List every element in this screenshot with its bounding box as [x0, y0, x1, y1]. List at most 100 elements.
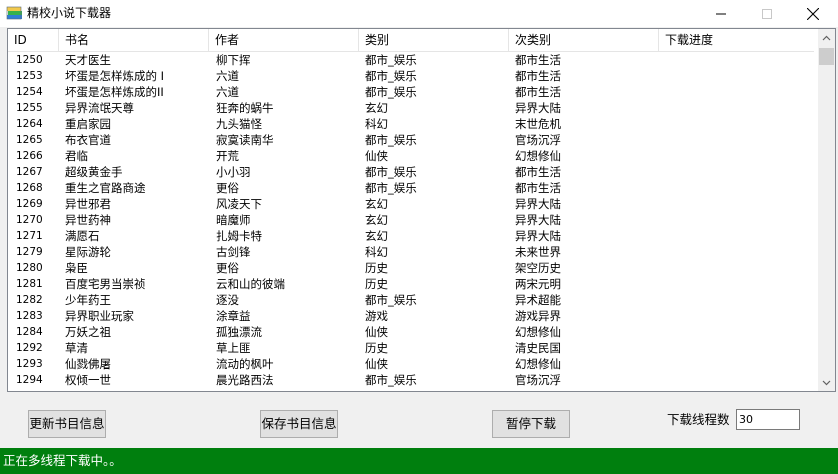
- table-row[interactable]: 1283 异界职业玩家 涂章益 游戏 游戏异界: [8, 308, 814, 324]
- column-header-author[interactable]: 作者: [209, 29, 359, 51]
- cell-progress: [665, 244, 810, 260]
- cell-id: 1293: [16, 358, 43, 370]
- table-row[interactable]: 1267 超级黄金手 小小羽 都市_娱乐 都市生活: [8, 164, 814, 180]
- cell-author: 孤独漂流: [216, 325, 262, 339]
- cell-title: 仙戮佛屠: [65, 357, 111, 371]
- cell-subcategory: 都市生活: [515, 181, 561, 195]
- table-row[interactable]: 1266 君临 开荒 仙侠 幻想修仙: [8, 148, 814, 164]
- book-list[interactable]: ID 书名 作者 类别 次类别 下载进度 1250 天才医生 柳下挥 都市_娱乐 都市生…: [7, 28, 836, 392]
- table-row[interactable]: 1271 满愿石 扎姆卡特 玄幻 异界大陆: [8, 228, 814, 244]
- table-row[interactable]: 1294 权倾一世 晨光路西法 都市_娱乐 官场沉浮: [8, 372, 814, 388]
- cell-category: 都市_娱乐: [365, 293, 417, 307]
- cell-category: 玄幻: [365, 213, 388, 227]
- minimize-icon: [716, 13, 726, 14]
- status-bar: 正在多线程下载中。。: [0, 448, 838, 474]
- cell-category: 都市_娱乐: [365, 69, 417, 83]
- cell-title: 异界流氓天尊: [65, 101, 134, 115]
- cell-category: 都市_娱乐: [365, 133, 417, 147]
- cell-id: 1284: [16, 326, 43, 338]
- cell-author: 寂寞读南华: [216, 133, 274, 147]
- cell-subcategory: 未来世界: [515, 245, 561, 259]
- cell-id: 1269: [16, 198, 43, 210]
- table-row[interactable]: 1268 重生之官路商途 更俗 都市_娱乐 都市生活: [8, 180, 814, 196]
- table-row[interactable]: 1253 坏蛋是怎样炼成的 I 六道 都市_娱乐 都市生活: [8, 68, 814, 84]
- table-row[interactable]: 1279 星际游轮 古剑锋 科幻 未来世界: [8, 244, 814, 260]
- cell-id: 1255: [16, 102, 43, 114]
- cell-id: 1265: [16, 134, 43, 146]
- window-title: 精校小说下载器: [27, 6, 112, 20]
- cell-subcategory: 清史民国: [515, 341, 561, 355]
- cell-title: 满愿石: [65, 229, 100, 243]
- table-row[interactable]: 1250 天才医生 柳下挥 都市_娱乐 都市生活: [8, 52, 814, 68]
- column-header-id[interactable]: ID: [8, 29, 59, 51]
- table-row[interactable]: 1264 重启家园 九头猫怪 科幻 末世危机: [8, 116, 814, 132]
- cell-progress: [665, 228, 810, 244]
- pause-download-button[interactable]: 暂停下载: [492, 410, 570, 438]
- cell-id: 1268: [16, 182, 43, 194]
- cell-title: 异界职业玩家: [65, 309, 134, 323]
- cell-category: 科幻: [365, 117, 388, 131]
- cell-author: 更俗: [216, 181, 239, 195]
- table-row[interactable]: 1282 少年药王 逐没 都市_娱乐 异术超能: [8, 292, 814, 308]
- table-row[interactable]: 1265 布衣官道 寂寞读南华 都市_娱乐 官场沉浮: [8, 132, 814, 148]
- thread-count-input[interactable]: [736, 409, 800, 430]
- close-icon: [807, 7, 819, 20]
- cell-author: 开荒: [216, 149, 239, 163]
- table-row[interactable]: 1254 坏蛋是怎样炼成的II 六道 都市_娱乐 都市生活: [8, 84, 814, 100]
- cell-title: 超级黄金手: [65, 165, 123, 179]
- column-header-subcategory[interactable]: 次类别: [509, 29, 659, 51]
- maximize-button[interactable]: [744, 0, 790, 27]
- cell-author: 逐没: [216, 293, 239, 307]
- cell-subcategory: 异术超能: [515, 293, 561, 307]
- cell-subcategory: 幻想修仙: [515, 357, 561, 371]
- cell-subcategory: 都市生活: [515, 165, 561, 179]
- update-catalog-button[interactable]: 更新书目信息: [28, 410, 106, 438]
- table-row[interactable]: 1280 枭臣 更俗 历史 架空历史: [8, 260, 814, 276]
- table-row[interactable]: 1293 仙戮佛屠 流动的枫叶 仙侠 幻想修仙: [8, 356, 814, 372]
- cell-title: 百度宅男当崇祯: [65, 277, 146, 291]
- title-bar: 精校小说下载器: [0, 0, 838, 27]
- cell-category: 都市_娱乐: [365, 373, 417, 387]
- cell-id: 1282: [16, 294, 43, 306]
- cell-progress: [665, 116, 810, 132]
- cell-id: 1283: [16, 310, 43, 322]
- table-row[interactable]: 1281 百度宅男当崇祯 云和山的彼端 历史 两宋元明: [8, 276, 814, 292]
- cell-category: 历史: [365, 261, 388, 275]
- cell-author: 草上匪: [216, 341, 251, 355]
- cell-author: 六道: [216, 85, 239, 99]
- table-row[interactable]: 1292 草清 草上匪 历史 清史民国: [8, 340, 814, 356]
- save-catalog-button[interactable]: 保存书目信息: [260, 410, 338, 438]
- table-row[interactable]: 1269 异世邪君 风凌天下 玄幻 异界大陆: [8, 196, 814, 212]
- column-header-progress[interactable]: 下载进度: [659, 29, 814, 51]
- minimize-button[interactable]: [698, 0, 744, 27]
- cell-subcategory: 都市生活: [515, 69, 561, 83]
- cell-subcategory: 架空历史: [515, 261, 561, 275]
- scroll-up-button[interactable]: [818, 29, 835, 46]
- cell-author: 狂奔的蜗牛: [216, 101, 274, 115]
- cell-subcategory: 异界大陆: [515, 213, 561, 227]
- table-row[interactable]: 1284 万妖之祖 孤独漂流 仙侠 幻想修仙: [8, 324, 814, 340]
- column-header-title[interactable]: 书名: [59, 29, 209, 51]
- cell-category: 玄幻: [365, 197, 388, 211]
- scroll-down-button[interactable]: [818, 374, 835, 391]
- cell-title: 天才医生: [65, 53, 111, 67]
- close-button[interactable]: [790, 0, 836, 27]
- cell-progress: [665, 372, 810, 388]
- cell-author: 九头猫怪: [216, 117, 262, 131]
- cell-title: 少年药王: [65, 293, 111, 307]
- table-row[interactable]: 1255 异界流氓天尊 狂奔的蜗牛 玄幻 异界大陆: [8, 100, 814, 116]
- table-row[interactable]: 1270 异世药神 暗魔师 玄幻 异界大陆: [8, 212, 814, 228]
- cell-title: 枭臣: [65, 261, 88, 275]
- vertical-scrollbar[interactable]: [818, 29, 835, 391]
- cell-author: 更俗: [216, 261, 239, 275]
- cell-subcategory: 异界大陆: [515, 197, 561, 211]
- cell-title: 星际游轮: [65, 245, 111, 259]
- chevron-down-icon: [822, 380, 831, 385]
- column-header-category[interactable]: 类别: [359, 29, 509, 51]
- cell-title: 布衣官道: [65, 133, 111, 147]
- scroll-thumb[interactable]: [819, 48, 834, 65]
- cell-progress: [665, 132, 810, 148]
- list-body: 1250 天才医生 柳下挥 都市_娱乐 都市生活 1253 坏蛋是怎样炼成的 I 六道 都市_娱…: [8, 52, 814, 388]
- cell-progress: [665, 164, 810, 180]
- cell-category: 仙侠: [365, 149, 388, 163]
